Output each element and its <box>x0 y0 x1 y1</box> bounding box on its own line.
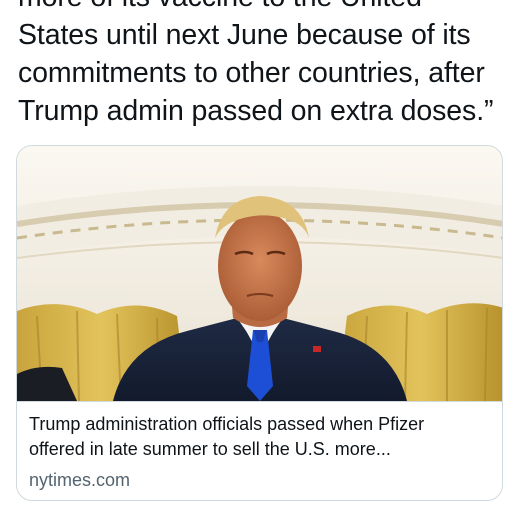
link-card-domain: nytimes.com <box>29 470 131 490</box>
link-card-title[interactable]: Trump administration officials passed wh… <box>29 412 492 462</box>
tweet-text: more of its vaccine to the United States… <box>18 0 508 130</box>
link-card-image[interactable] <box>17 146 502 401</box>
link-preview-card[interactable]: Trump administration officials passed wh… <box>16 145 503 501</box>
oval-office-photo <box>17 146 502 401</box>
tweet-text-line: Trump admin passed on extra doses.” <box>18 95 494 127</box>
tweet-text-line: commitments to other countries, after <box>18 57 485 89</box>
tweet-text-line: more of its vaccine to the United <box>18 0 508 16</box>
link-card-title-line: Trump administration officials passed wh… <box>29 414 425 434</box>
link-card-title-line: offered in late summer to sell the U.S. … <box>29 439 391 459</box>
tweet-text-line: States until next June because of its <box>18 19 471 51</box>
link-card-body[interactable]: Trump administration officials passed wh… <box>17 401 502 492</box>
